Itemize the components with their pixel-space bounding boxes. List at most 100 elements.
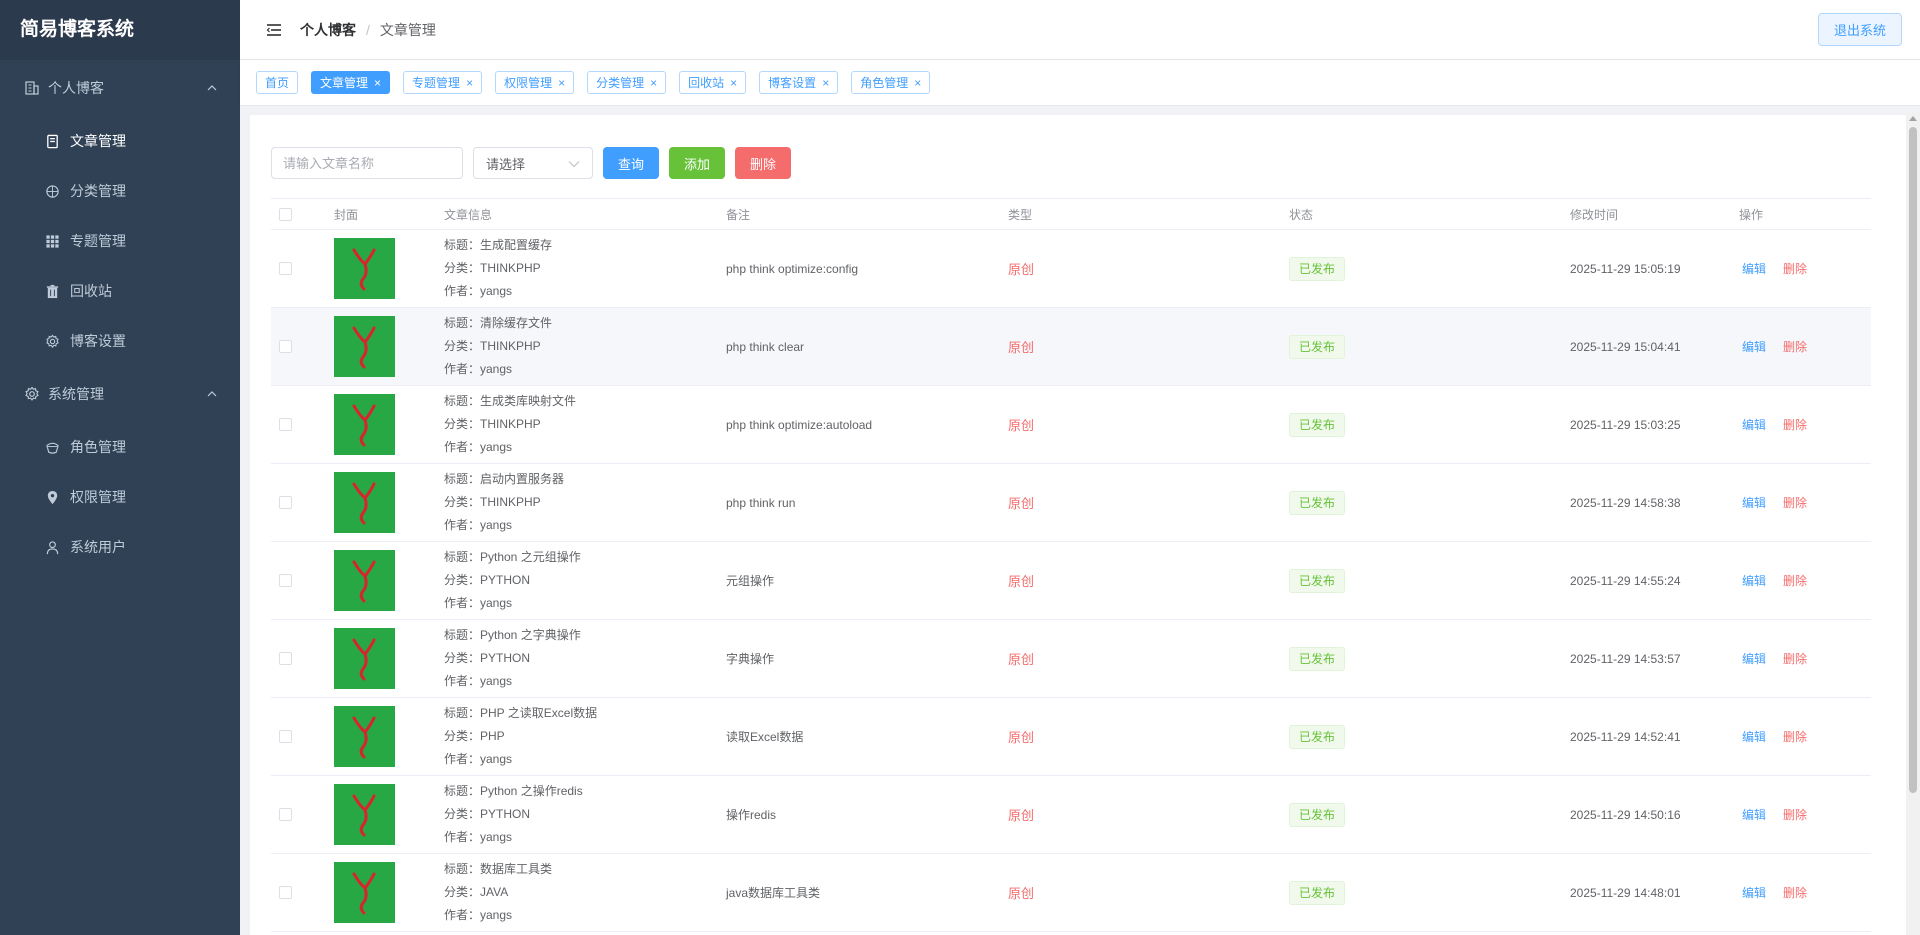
row-checkbox[interactable] — [279, 340, 292, 353]
sidebar-item-articles[interactable]: 文章管理 — [0, 116, 240, 166]
article-table: 封面 文章信息 备注 类型 状态 修改时间 操作 标题：生成配置缓存 分类：THI… — [271, 198, 1871, 932]
table-row[interactable]: 标题：PHP 之读取Excel数据 分类：PHP 作者：yangs 读取Excel数据… — [271, 698, 1871, 776]
article-list-card: 请选择 查询 添加 删除 封面 文章信息 备注 类型 状态 修改时间 操作 标题… — [250, 115, 1908, 935]
tag-roles[interactable]: 角色管理 × — [851, 71, 931, 94]
row-checkbox[interactable] — [279, 418, 292, 431]
row-checkbox[interactable] — [279, 886, 292, 899]
close-icon[interactable]: × — [558, 76, 565, 90]
table-row[interactable]: 标题：Python 之操作redis 分类：PYTHON 作者：yangs 操作red… — [271, 776, 1871, 854]
delete-link[interactable]: 删除 — [1783, 806, 1807, 823]
compass-icon — [44, 183, 60, 199]
sidebar-item-blog-settings[interactable]: 博客设置 — [0, 316, 240, 366]
select-all-checkbox[interactable] — [279, 207, 292, 221]
table-row[interactable]: 标题：清除缓存文件 分类：THINKPHP 作者：yangs php think cl… — [271, 308, 1871, 386]
scrollbar-thumb[interactable] — [1909, 127, 1917, 793]
tag-categories[interactable]: 分类管理 × — [587, 71, 667, 94]
menu-group-blog[interactable]: 个人博客 — [0, 60, 240, 116]
row-checkbox[interactable] — [279, 496, 292, 509]
delete-button[interactable]: 删除 — [735, 147, 792, 179]
vertical-scrollbar[interactable] — [1906, 113, 1920, 935]
scroll-up-arrow-icon[interactable] — [1909, 116, 1917, 121]
row-checkbox[interactable] — [279, 574, 292, 587]
tag-label: 权限管理 — [504, 76, 553, 90]
article-author: 作者：yangs — [444, 830, 513, 844]
delete-link[interactable]: 删除 — [1783, 572, 1807, 589]
article-author: 作者：yangs — [444, 596, 513, 610]
row-checkbox[interactable] — [279, 730, 292, 743]
table-row[interactable]: 标题：Python 之元组操作 分类：PYTHON 作者：yangs 元组操作 原创 已发… — [271, 542, 1871, 620]
close-icon[interactable]: × — [914, 76, 921, 90]
sidebar-item-permissions[interactable]: 权限管理 — [0, 472, 240, 522]
article-info: 标题：生成类库映射文件 分类：THINKPHP 作者：yangs — [444, 390, 726, 459]
status-badge: 已发布 — [1289, 490, 1346, 515]
table-row[interactable]: 标题：生成配置缓存 分类：THINKPHP 作者：yangs php think op… — [271, 230, 1871, 308]
article-author: 作者：yangs — [444, 908, 513, 922]
article-author: 作者：yangs — [444, 362, 513, 376]
edit-link[interactable]: 编辑 — [1742, 728, 1766, 745]
category-select[interactable]: 请选择 — [473, 147, 593, 179]
delete-link[interactable]: 删除 — [1783, 338, 1807, 355]
edit-link[interactable]: 编辑 — [1742, 260, 1766, 277]
article-name-search-input[interactable] — [271, 147, 463, 179]
tag-label: 文章管理 — [320, 76, 369, 90]
close-icon[interactable]: × — [730, 76, 737, 90]
add-button[interactable]: 添加 — [669, 147, 726, 179]
tag-blog-settings[interactable]: 博客设置 × — [759, 71, 839, 94]
article-note: php think optimize:autoload — [726, 417, 873, 432]
delete-link[interactable]: 删除 — [1783, 728, 1807, 745]
delete-link[interactable]: 删除 — [1783, 884, 1807, 901]
tag-permissions[interactable]: 权限管理 × — [495, 71, 575, 94]
delete-link[interactable]: 删除 — [1783, 494, 1807, 511]
sidebar-item-categories[interactable]: 分类管理 — [0, 166, 240, 216]
article-category: 分类：PHP — [444, 729, 505, 743]
close-icon[interactable]: × — [650, 76, 657, 90]
close-icon[interactable]: × — [466, 76, 473, 90]
logout-button[interactable]: 退出系统 — [1817, 13, 1902, 46]
article-title: 标题：Python 之元组操作 — [444, 550, 581, 564]
article-cover-image — [334, 784, 395, 845]
row-checkbox[interactable] — [279, 808, 292, 821]
close-icon[interactable]: × — [822, 76, 829, 90]
modified-time: 2025-11-29 14:52:41 — [1570, 729, 1681, 744]
article-type: 原创 — [1008, 652, 1035, 667]
edit-link[interactable]: 编辑 — [1742, 494, 1766, 511]
article-info: 标题：清除缓存文件 分类：THINKPHP 作者：yangs — [444, 312, 726, 381]
table-row[interactable]: 标题：生成类库映射文件 分类：THINKPHP 作者：yangs php think … — [271, 386, 1871, 464]
table-row[interactable]: 标题：数据库工具类 分类：JAVA 作者：yangs java数据库工具类 原创 已发布 2… — [271, 854, 1871, 932]
delete-link[interactable]: 删除 — [1783, 260, 1807, 277]
tag-home[interactable]: 首页 — [256, 71, 299, 94]
delete-link[interactable]: 删除 — [1783, 416, 1807, 433]
sidebar-item-recycle-bin[interactable]: 回收站 — [0, 266, 240, 316]
table-row[interactable]: 标题：启动内置服务器 分类：THINKPHP 作者：yangs php think r… — [271, 464, 1871, 542]
delete-link[interactable]: 删除 — [1783, 650, 1807, 667]
article-type: 原创 — [1008, 574, 1035, 589]
main-content: 请选择 查询 添加 删除 封面 文章信息 备注 类型 状态 修改时间 操作 标题… — [240, 107, 1920, 935]
edit-link[interactable]: 编辑 — [1742, 650, 1766, 667]
status-badge: 已发布 — [1289, 646, 1346, 671]
edit-link[interactable]: 编辑 — [1742, 806, 1766, 823]
article-note: 字典操作 — [726, 652, 775, 666]
article-title: 标题：启动内置服务器 — [444, 472, 565, 486]
row-checkbox[interactable] — [279, 262, 292, 275]
menu-group-system[interactable]: 系统管理 — [0, 366, 240, 422]
tag-recycle-bin[interactable]: 回收站 × — [679, 71, 747, 94]
article-info: 标题：Python 之字典操作 分类：PYTHON 作者：yangs — [444, 624, 726, 693]
filter-toolbar: 请选择 查询 添加 删除 — [271, 147, 792, 179]
table-row[interactable]: 标题：Python 之字典操作 分类：PYTHON 作者：yangs 字典操作 原创 已发… — [271, 620, 1871, 698]
modified-time: 2025-11-29 14:58:38 — [1570, 495, 1681, 510]
edit-link[interactable]: 编辑 — [1742, 884, 1766, 901]
tag-topics[interactable]: 专题管理 × — [403, 71, 483, 94]
sidebar-item-topics[interactable]: 专题管理 — [0, 216, 240, 266]
tag-articles[interactable]: 文章管理 × — [311, 71, 391, 94]
article-note: java数据库工具类 — [726, 886, 821, 900]
query-button[interactable]: 查询 — [603, 147, 660, 179]
sidebar-item-roles[interactable]: 角色管理 — [0, 422, 240, 472]
hamburger-menu-icon[interactable] — [264, 20, 284, 40]
edit-link[interactable]: 编辑 — [1742, 572, 1766, 589]
sidebar-item-system-users[interactable]: 系统用户 — [0, 522, 240, 572]
edit-link[interactable]: 编辑 — [1742, 338, 1766, 355]
edit-link[interactable]: 编辑 — [1742, 416, 1766, 433]
breadcrumb-item[interactable]: 个人博客 — [300, 20, 356, 40]
close-icon[interactable]: × — [374, 76, 381, 90]
row-checkbox[interactable] — [279, 652, 292, 665]
